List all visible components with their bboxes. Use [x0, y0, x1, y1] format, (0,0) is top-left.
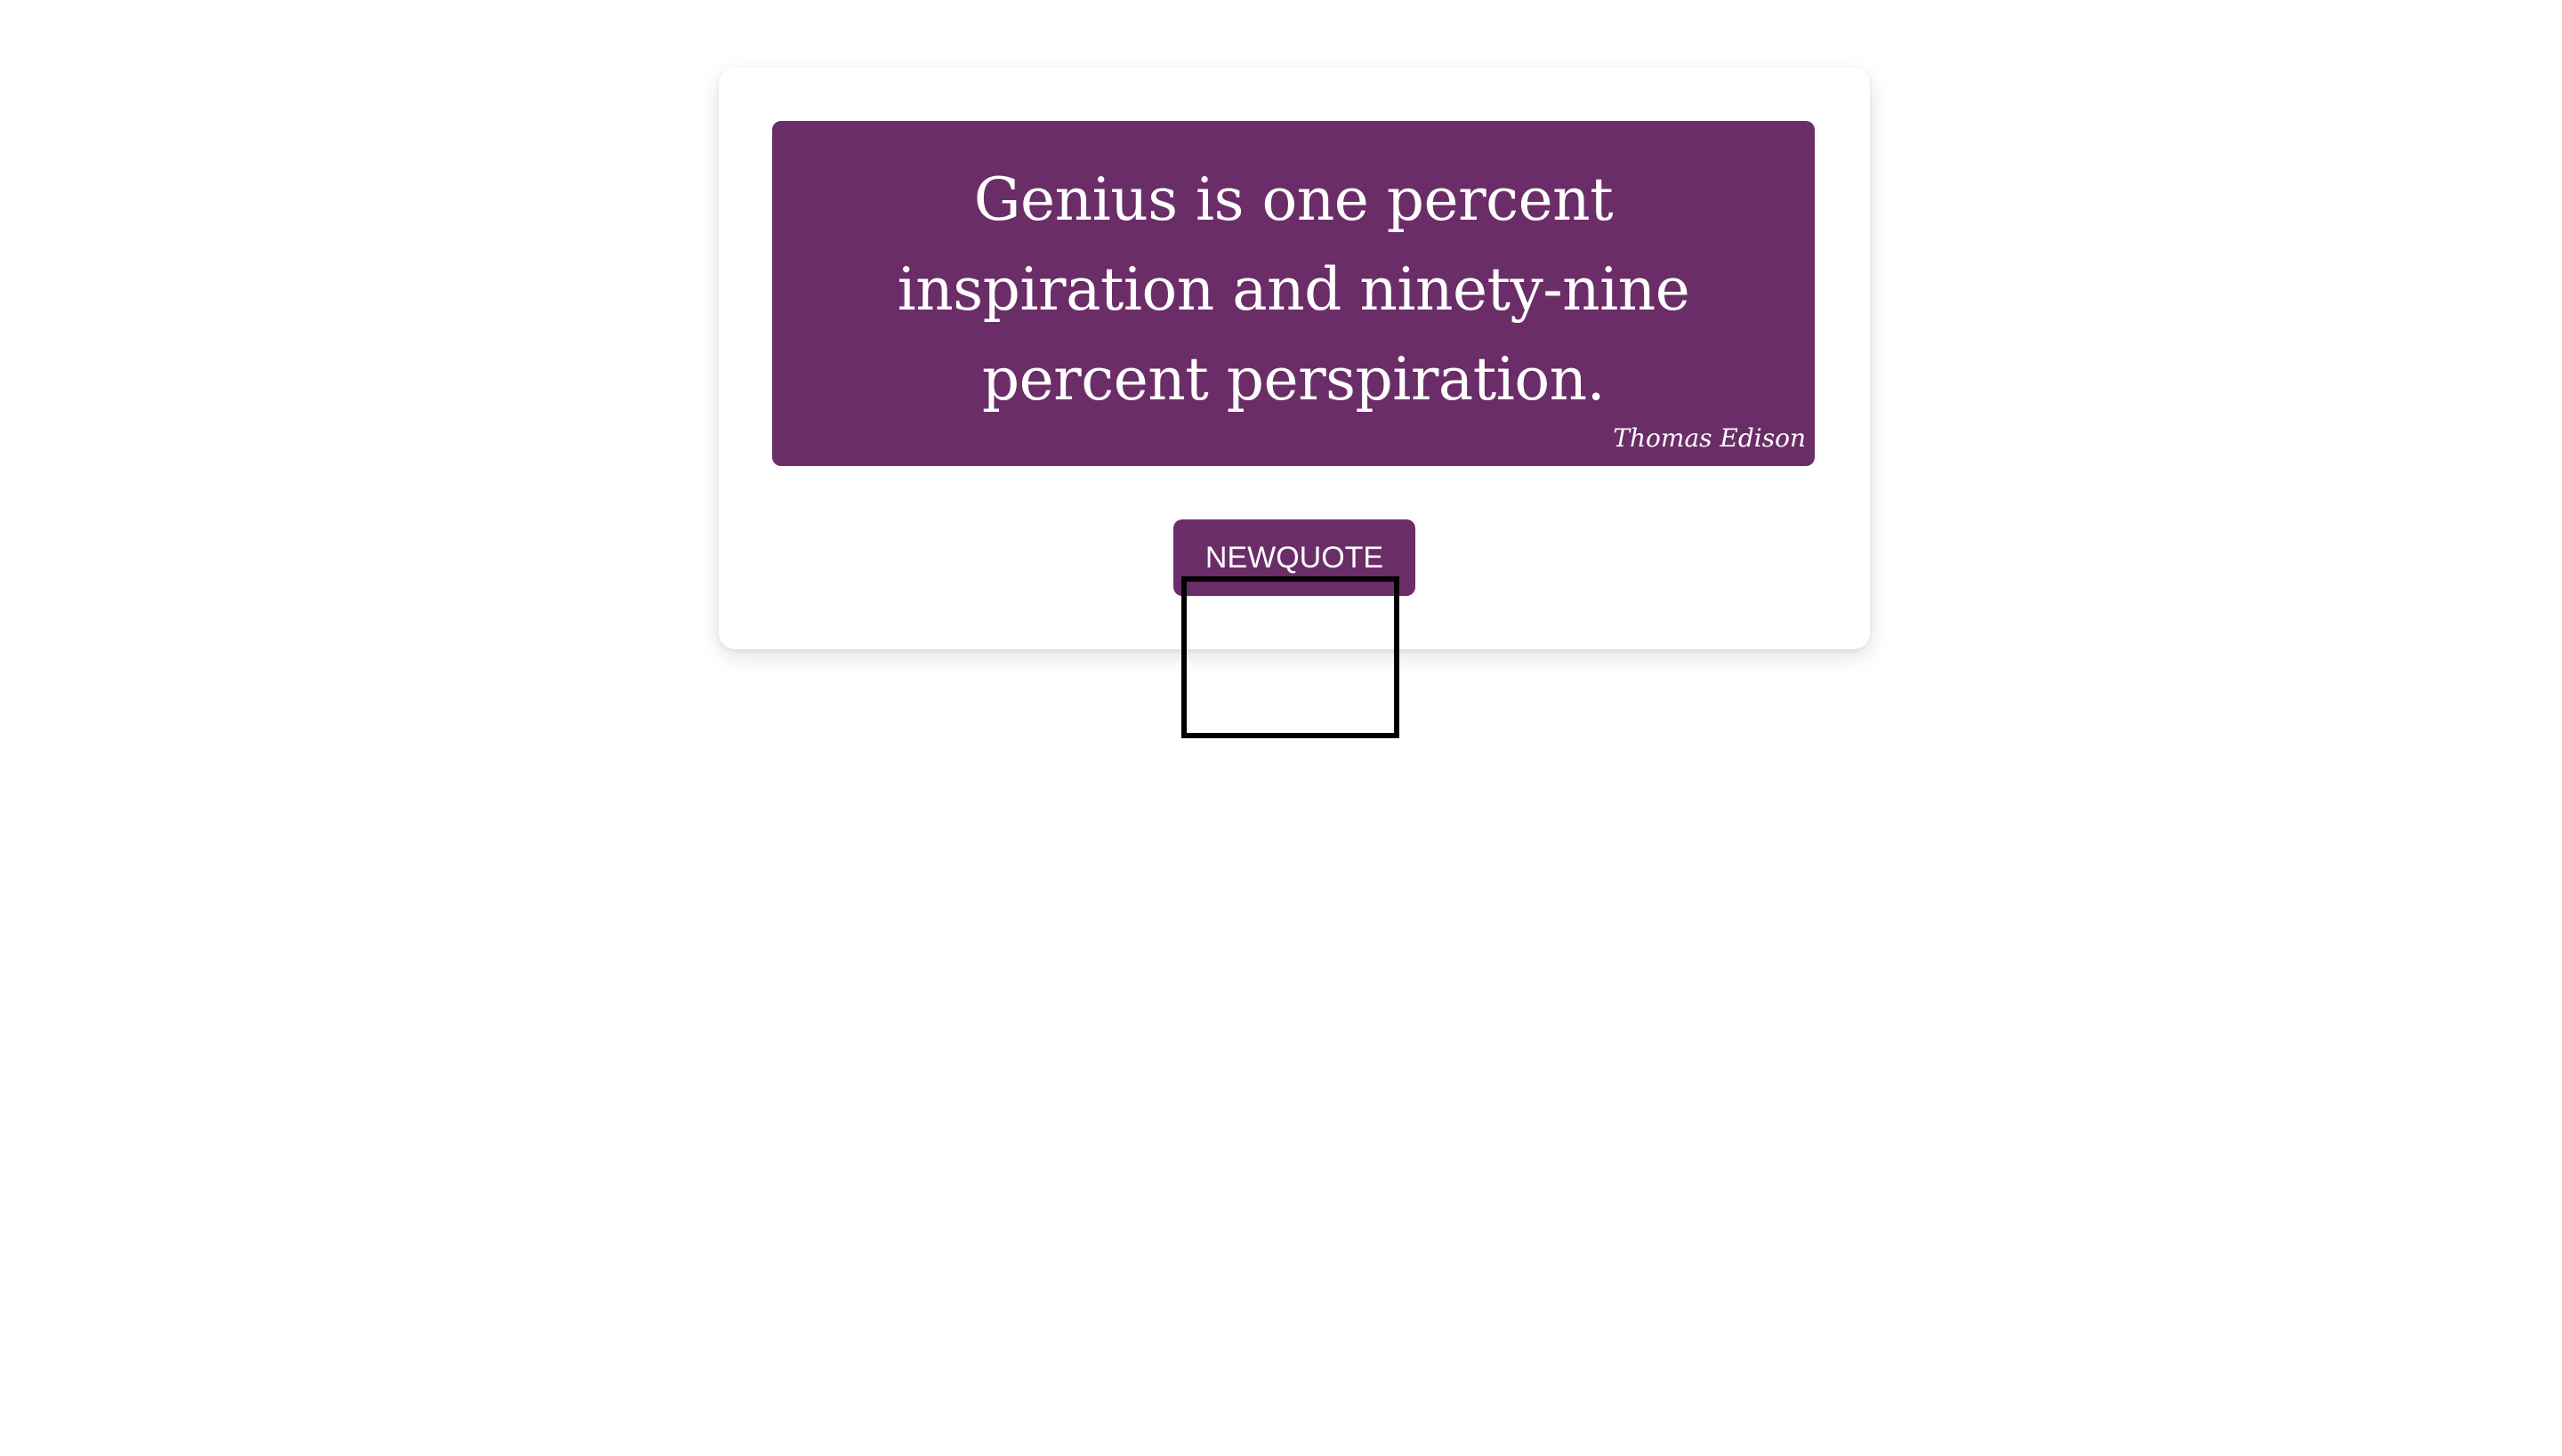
quote-box: Genius is one percent inspiration and ni…	[772, 121, 1815, 466]
page: Genius is one percent inspiration and ni…	[0, 0, 2562, 1456]
new-quote-button[interactable]: NEWQUOTE	[1173, 519, 1415, 596]
quote-card: Genius is one percent inspiration and ni…	[719, 68, 1870, 649]
quote-text: Genius is one percent inspiration and ni…	[897, 165, 1690, 414]
quote-author: Thomas Edison	[1613, 423, 1806, 453]
